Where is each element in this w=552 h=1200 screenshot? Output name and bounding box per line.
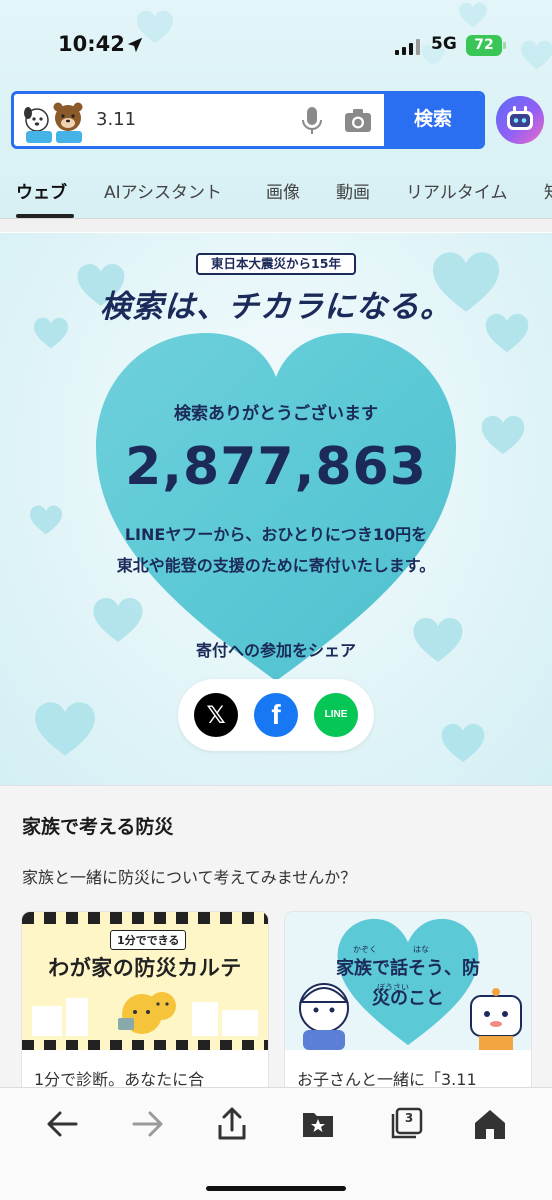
family-disaster-section: 家族で考える防災 家族と一緒に防災について考えてみませんか？ 1分でできる わが…: [0, 785, 552, 1087]
location-arrow-icon: [127, 37, 143, 53]
status-bar: 10:42 5G 72: [0, 22, 552, 68]
card-stripe-top: [22, 912, 268, 924]
card-ruby-3: ぼうさい: [377, 983, 409, 992]
ai-assistant-icon[interactable]: [496, 96, 544, 144]
share-x-button[interactable]: 𝕏: [194, 693, 238, 737]
big-heart-icon: [96, 333, 456, 681]
signal-icon: [395, 39, 420, 55]
robot-illustration-icon: [470, 988, 522, 1050]
bookmark-folder-icon[interactable]: [300, 1106, 336, 1142]
tab-videos[interactable]: 動画: [336, 178, 370, 203]
search-box[interactable]: 3.11 検索: [11, 91, 485, 149]
card-text: お子さんと一緒に「3.11: [297, 1070, 477, 1087]
back-arrow-icon[interactable]: [44, 1106, 80, 1142]
battery-cap: [503, 42, 506, 49]
houses-illustration-icon: [32, 992, 258, 1036]
character-illustration-icon: [298, 983, 350, 1050]
section-divider: [0, 218, 552, 232]
network-type: 5G: [431, 34, 457, 54]
card-image: 1分でできる わが家の防災カルテ: [22, 912, 268, 1050]
bottom-toolbar: 3: [0, 1087, 552, 1200]
donation-description-line-1: LINEヤフーから、おひとりにつき10円を: [124, 525, 428, 544]
tab-knowledge[interactable]: 知: [544, 178, 552, 203]
campaign-slogan: 検索は、チカラになる。: [100, 289, 452, 325]
card-stripe-bottom: [22, 1040, 268, 1050]
tab-web[interactable]: ウェブ: [16, 178, 67, 203]
tab-count: 3: [404, 1111, 414, 1125]
thanks-message: 検索ありがとうございます: [174, 404, 378, 424]
donation-description-line-2: 東北や能登の支援のために寄付いたします。: [116, 556, 436, 575]
share-facebook-button[interactable]: f: [254, 693, 298, 737]
search-tabs: ウェブ AIアシスタント 画像 動画 リアルタイム 知: [0, 166, 552, 218]
tab-images[interactable]: 画像: [266, 178, 300, 203]
status-time: 10:42: [58, 32, 125, 56]
card-headline: わが家の防災カルテ: [48, 956, 242, 980]
share-buttons: 𝕏 f LINE: [178, 679, 374, 751]
mic-icon[interactable]: [300, 106, 324, 136]
section-title: 家族で考える防災: [22, 816, 174, 838]
share-label: 寄付への参加をシェア: [195, 641, 356, 660]
donation-description: LINEヤフーから、おひとりにつき10円を 東北や能登の支援のために寄付いたしま…: [0, 519, 552, 581]
share-icon[interactable]: [214, 1106, 250, 1142]
card-badge: 1分でできる: [110, 930, 187, 950]
mascot-icon: [24, 102, 83, 143]
donation-banner[interactable]: 東日本大震災から15年 検索は、チカラになる。 検索ありがとうございます 2,8…: [0, 233, 552, 785]
forward-arrow-icon[interactable]: [130, 1106, 166, 1142]
card-image: かぞく はな 家族で話そう、防災のこと ぼうさい: [285, 912, 531, 1050]
tabs-icon[interactable]: 3: [388, 1106, 424, 1142]
card-family-talk[interactable]: かぞく はな 家族で話そう、防災のこと ぼうさい お子さんと一緒に「3.11: [285, 912, 531, 1087]
section-subtitle: 家族と一緒に防災について考えてみませんか？: [22, 868, 357, 887]
background-heart-icon: [441, 723, 485, 763]
search-query[interactable]: 3.11: [96, 109, 136, 130]
top-header: 10:42 5G 72 3.11 検索 ウェブ AIアシスタント 画像 動画 リ…: [0, 0, 552, 218]
search-count: 2,877,863: [125, 437, 427, 497]
home-icon[interactable]: [472, 1106, 508, 1142]
card-text: 1分で診断。あなたに合: [34, 1070, 205, 1087]
search-button[interactable]: 検索: [384, 94, 482, 146]
camera-icon[interactable]: [344, 108, 372, 134]
background-heart-icon: [35, 702, 95, 756]
tab-realtime[interactable]: リアルタイム: [406, 178, 508, 203]
card-disaster-karte[interactable]: 1分でできる わが家の防災カルテ 1分で診断。あなたに合: [22, 912, 268, 1087]
anniversary-tag: 東日本大震災から15年: [196, 253, 356, 275]
tab-ai-assistant[interactable]: AIアシスタント: [104, 178, 222, 203]
share-line-button[interactable]: LINE: [314, 693, 358, 737]
battery-indicator: 72: [466, 35, 502, 56]
home-indicator: [206, 1186, 346, 1191]
